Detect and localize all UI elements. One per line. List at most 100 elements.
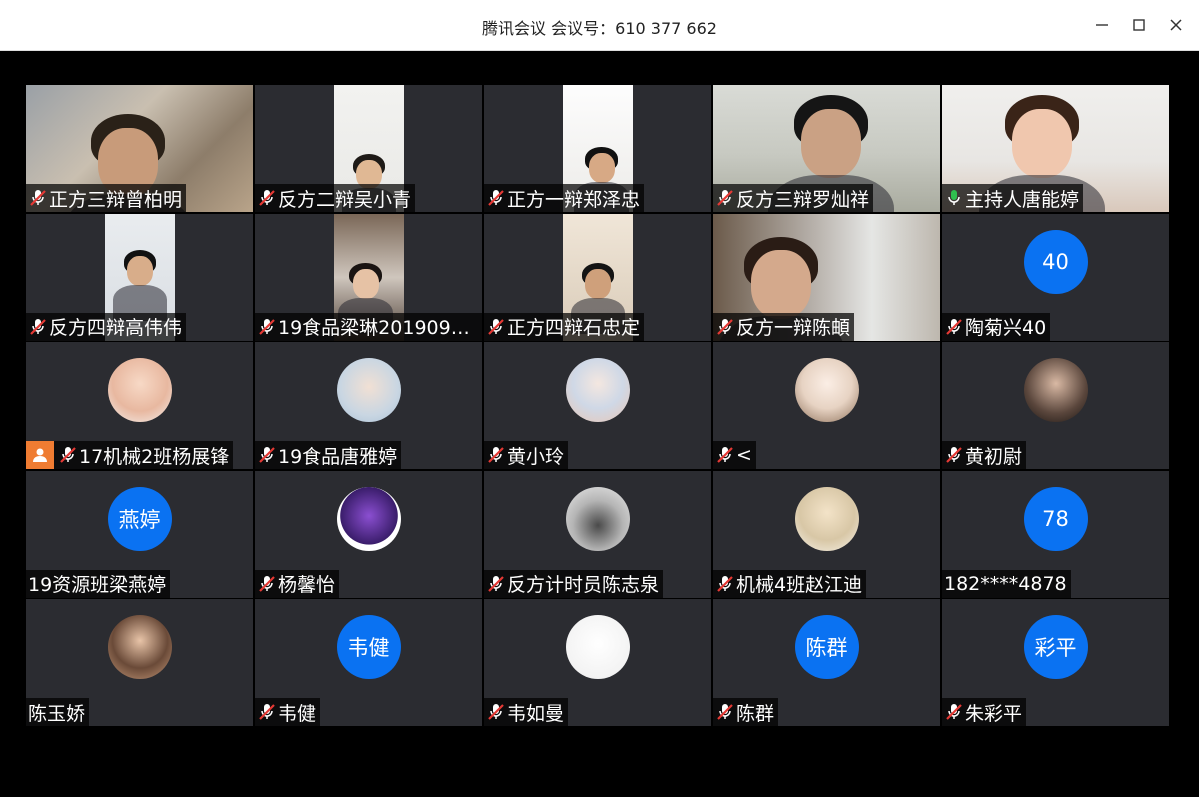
- window-title: 腾讯会议 会议号：610 377 662: [482, 19, 717, 38]
- participant-name-label: 反方计时员陈志泉: [484, 569, 664, 598]
- mic-muted-icon: [488, 190, 504, 206]
- mic-muted-icon: [259, 318, 275, 335]
- participant-name: 韦如曼: [507, 702, 565, 725]
- participant-grid: 正方三辩曾柏明 反方二辩吴小青 正方一辩郑泽忠 反方三辩罗灿祥 主持人唐能婷反方四辩高伟…: [26, 85, 1169, 726]
- avatar: [1023, 358, 1088, 422]
- mic-muted-icon: [946, 704, 962, 720]
- participant-tile[interactable]: 反方三辩罗灿祥: [713, 85, 940, 212]
- participant-name: 19资源班梁燕婷: [28, 574, 167, 596]
- participant-tile[interactable]: 反方一辩陈頔: [713, 213, 940, 341]
- mic-muted-icon: [717, 190, 733, 206]
- mic-muted-icon: [717, 704, 733, 720]
- participant-tile[interactable]: 陈群 陈群: [713, 599, 940, 726]
- avatar: [794, 486, 859, 551]
- avatar: [565, 486, 630, 551]
- mic-muted-icon: [30, 318, 46, 335]
- participant-name: 19食品梁琳20190970…: [278, 317, 478, 339]
- participant-name: 机械4班赵江迪: [736, 574, 863, 596]
- participant-name-label: 机械4班赵江迪: [713, 569, 867, 598]
- avatar-initials: 燕婷: [107, 486, 172, 551]
- participant-name-label: 陈玉娇: [26, 698, 90, 726]
- participant-name-label: 反方三辩罗灿祥: [713, 184, 874, 212]
- title-bar: 腾讯会议 会议号：610 377 662: [0, 0, 1199, 51]
- maximize-button[interactable]: [1126, 12, 1152, 38]
- maximize-icon: [1133, 19, 1145, 31]
- participant-tile[interactable]: 陈玉娇: [26, 599, 253, 726]
- participant-name: 反方计时员陈志泉: [507, 574, 660, 596]
- participant-tile[interactable]: <: [713, 342, 940, 469]
- minimize-icon: [1096, 24, 1108, 26]
- mic-muted-icon: [946, 318, 962, 335]
- mic-muted-icon: [488, 704, 504, 720]
- person-icon: [26, 441, 54, 469]
- participant-name-label: 19食品唐雅婷: [255, 441, 402, 469]
- participant-tile[interactable]: 19食品梁琳20190970…: [255, 213, 482, 341]
- participant-name-label: 陶菊兴40: [942, 312, 1051, 341]
- participant-name: 杨馨怡: [278, 574, 336, 596]
- participant-tile[interactable]: 78 182****4878: [942, 470, 1169, 598]
- participant-name-label: <: [713, 441, 756, 469]
- participant-tile[interactable]: 正方三辩曾柏明: [26, 85, 253, 212]
- participant-name-label: 杨馨怡: [255, 569, 340, 598]
- participant-tile[interactable]: 反方四辩高伟伟: [26, 213, 253, 341]
- participant-name-label: 反方二辩吴小青: [255, 184, 416, 212]
- minimize-button[interactable]: [1089, 12, 1115, 38]
- mic-muted-icon: [488, 318, 504, 335]
- mic-muted-icon: [717, 447, 733, 463]
- participant-tile[interactable]: 彩平 朱彩平: [942, 599, 1169, 726]
- participant-name-label: 19食品梁琳20190970…: [255, 312, 482, 341]
- avatar: [336, 358, 401, 422]
- participant-name: 朱彩平: [965, 702, 1023, 725]
- participant-name: 182****4878: [944, 572, 1067, 595]
- avatar: [565, 615, 630, 679]
- participant-tile[interactable]: 正方一辩郑泽忠: [484, 85, 711, 212]
- participant-tile[interactable]: 反方计时员陈志泉: [484, 470, 711, 598]
- participant-name-label: 黄小玲: [484, 441, 569, 469]
- participant-name-label: 韦健: [255, 698, 321, 726]
- close-button[interactable]: [1163, 12, 1189, 38]
- participant-tile[interactable]: 杨馨怡: [255, 470, 482, 598]
- participant-name: 韦健: [278, 702, 317, 725]
- avatar-initials: 40: [1023, 229, 1088, 294]
- mic-muted-icon: [259, 704, 275, 720]
- participant-tile[interactable]: 韦如曼: [484, 599, 711, 726]
- avatar: [107, 615, 172, 679]
- participant-name: 反方二辩吴小青: [278, 188, 412, 211]
- avatar: [565, 358, 630, 422]
- avatar-initials: 韦健: [336, 615, 401, 679]
- mic-muted-icon: [60, 447, 76, 463]
- participant-name-label: 反方一辩陈頔: [713, 312, 855, 341]
- participant-tile[interactable]: 燕婷 19资源班梁燕婷: [26, 470, 253, 598]
- participant-name-label: 19资源班梁燕婷: [26, 569, 171, 598]
- participant-name: 反方三辩罗灿祥: [736, 188, 870, 211]
- participant-name-label: 正方一辩郑泽忠: [484, 184, 645, 212]
- close-icon: [1170, 19, 1182, 31]
- avatar: [794, 358, 859, 422]
- mic-muted-icon: [259, 447, 275, 463]
- participant-tile[interactable]: 正方四辩石忠定: [484, 213, 711, 341]
- mic-muted-icon: [30, 190, 46, 206]
- mic-muted-icon: [259, 575, 275, 592]
- participant-tile[interactable]: 40 陶菊兴40: [942, 213, 1169, 341]
- participant-name: 陶菊兴40: [965, 317, 1047, 339]
- participant-tile[interactable]: 反方二辩吴小青: [255, 85, 482, 212]
- participant-name: 17机械2班杨展锋: [79, 445, 230, 468]
- participant-name-label: 黄初尉: [942, 441, 1027, 469]
- participant-name-label: 182****4878: [942, 569, 1071, 598]
- participant-name: 反方四辩高伟伟: [49, 317, 183, 339]
- participant-tile[interactable]: 17机械2班杨展锋: [26, 342, 253, 469]
- participant-name: 黄小玲: [507, 445, 565, 468]
- participant-name: 陈玉娇: [28, 702, 86, 725]
- participant-tile[interactable]: 黄初尉: [942, 342, 1169, 469]
- mic-muted-icon: [946, 447, 962, 463]
- mic-muted-icon: [259, 190, 275, 206]
- participant-name: 正方四辩石忠定: [507, 317, 641, 339]
- participant-tile[interactable]: 韦健 韦健: [255, 599, 482, 726]
- participant-tile[interactable]: 黄小玲: [484, 342, 711, 469]
- participant-name-label: 正方三辩曾柏明: [26, 184, 187, 212]
- participant-tile[interactable]: 主持人唐能婷: [942, 85, 1169, 212]
- participant-name: 主持人唐能婷: [965, 188, 1080, 211]
- participant-tile[interactable]: 机械4班赵江迪: [713, 470, 940, 598]
- participant-tile[interactable]: 19食品唐雅婷: [255, 342, 482, 469]
- participant-name-label: 陈群: [713, 698, 779, 726]
